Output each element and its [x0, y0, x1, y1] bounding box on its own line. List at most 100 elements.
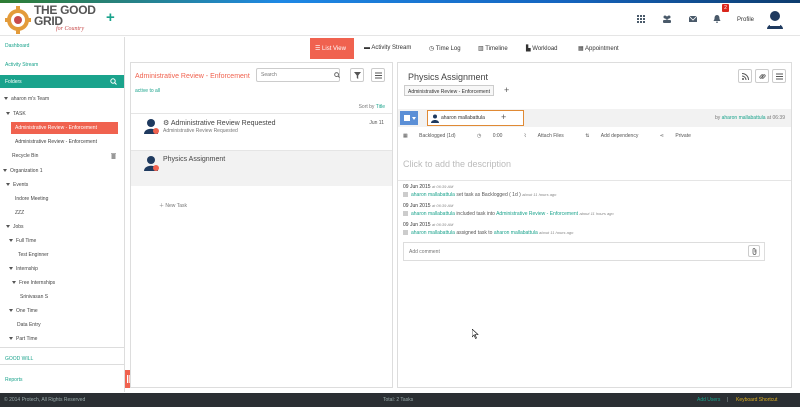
grid-icon[interactable] [636, 15, 646, 23]
detail-menu-button[interactable] [772, 69, 786, 83]
add-tag-plus-icon[interactable]: + [504, 85, 509, 95]
keyboard-shortcut-link[interactable]: Keyboard Shortcut [736, 397, 777, 403]
tab-workload[interactable]: ▙ Workload [526, 38, 558, 59]
sort-by[interactable]: Sort by Title [359, 104, 385, 110]
activity-time: at 06:39 AM [431, 184, 454, 189]
filter-chips: active to all [135, 88, 160, 94]
created-by-user[interactable]: aharon mallabattula [722, 115, 766, 121]
tree-recycle-bin[interactable]: Recycle Bin [12, 153, 38, 159]
add-plus-icon[interactable]: + [106, 9, 115, 26]
tree-full-time[interactable]: Full Time [9, 238, 36, 244]
brand-tagline: for Country [56, 26, 85, 32]
tab-time-log[interactable]: ◷ Time Log [429, 38, 461, 59]
assignee-box[interactable]: aharon mallabattula + [427, 110, 524, 126]
tree-admin-review[interactable]: Administrative Review - Enforcement [15, 139, 97, 145]
paperclip-icon: ⌇ [523, 133, 528, 139]
users-icon[interactable] [662, 15, 672, 23]
tab-list-view[interactable]: ☰ List View [310, 38, 354, 59]
tab-time-log-label: Time Log [435, 46, 461, 52]
search-icon[interactable] [110, 78, 117, 85]
activity-target[interactable]: Administrative Review - Enforcement [496, 211, 578, 217]
sort-value[interactable]: Title [376, 104, 385, 110]
tree-test-enginner[interactable]: Test Enginner [18, 252, 49, 258]
paperclip-icon [752, 248, 757, 255]
activity-user[interactable]: aharon mallabattula [411, 230, 455, 236]
tree-jobs-label: Jobs [13, 224, 24, 230]
tree-events[interactable]: Events [6, 182, 28, 188]
tab-appointment[interactable]: ▦ Appointment [578, 38, 619, 59]
rss-button[interactable] [738, 69, 752, 83]
description-placeholder[interactable]: Click to add the description [403, 159, 511, 169]
checkbox-icon[interactable] [404, 115, 410, 121]
filter-active-chip[interactable]: active [135, 88, 148, 94]
filter-all-chip[interactable]: to all [149, 88, 160, 94]
profile-label[interactable]: Profile [737, 17, 754, 23]
clock-icon: ◷ [429, 46, 436, 52]
tab-timeline[interactable]: ▥ Timeline [478, 38, 508, 59]
calendar-icon: ▦ [403, 133, 410, 139]
activity-user[interactable]: aharon mallabattula [411, 211, 455, 217]
private-toggle[interactable]: ⋖ Private [660, 133, 701, 139]
tree-data-entry[interactable]: Data Entry [17, 322, 41, 328]
list-search-input[interactable] [256, 68, 340, 82]
tree-task[interactable]: TASK [6, 111, 26, 117]
tree-internship[interactable]: Internship [9, 266, 38, 272]
tree-free-internships[interactable]: Free Internships [12, 280, 55, 286]
attach-files-button[interactable]: ⌇ Attach Files [524, 133, 574, 139]
status-dropdown[interactable] [400, 111, 418, 125]
list-title: Administrative Review - Enforcement [135, 73, 250, 80]
list-menu-button[interactable] [371, 68, 385, 82]
gear-logo-icon[interactable] [3, 6, 33, 34]
folder-tag[interactable]: Administrative Review - Enforcement [404, 85, 494, 96]
link-button[interactable] [755, 69, 769, 83]
mail-icon[interactable] [688, 15, 698, 23]
activity-user[interactable]: aharon mallabattula [411, 192, 455, 198]
activity-date: 09 Jun 2015 at 06:39 AM [403, 203, 453, 209]
tree-jobs[interactable]: Jobs [6, 224, 24, 230]
folders-header[interactable]: Folders [0, 75, 124, 88]
clock-icon: ◷ [476, 133, 483, 139]
tab-activity-stream[interactable]: ▬ Activity Stream [364, 38, 411, 59]
task-avatar-icon [144, 119, 159, 134]
detail-title[interactable]: Physics Assignment [408, 72, 488, 82]
activity-target[interactable]: aharon mallabattula [494, 230, 538, 236]
time-value: 0:00 [492, 133, 503, 139]
filter-button[interactable] [350, 68, 364, 82]
menu-icon [375, 72, 382, 79]
task-row[interactable]: ⚙ Administrative Review Requested Admini… [131, 113, 392, 149]
notification-badge: 2 [722, 4, 729, 12]
search-icon[interactable] [334, 72, 340, 78]
tree-srinivasan[interactable]: Srinivasan S [20, 294, 48, 300]
menu-icon [776, 73, 783, 80]
comment-attach-button[interactable] [748, 245, 760, 257]
add-users-link[interactable]: Add Users [697, 397, 720, 403]
comment-input[interactable] [403, 242, 765, 261]
tab-timeline-label: Timeline [485, 46, 508, 52]
caret-down-icon [4, 97, 8, 101]
new-task-button[interactable]: ＋ New Task [159, 202, 187, 209]
sidebar-good-will-link[interactable]: GOOD WILL [5, 356, 33, 362]
tree-organization[interactable]: Organization 1 [3, 168, 43, 174]
activity-date: 09 Jun 2015 at 06:39 AM [403, 222, 453, 228]
tree-indore-meeting[interactable]: Indore Meeting [15, 196, 48, 202]
sidebar-reports-link[interactable]: Reports [5, 377, 23, 383]
activity-text: set task as Backlogged ( 1d ) [456, 192, 521, 198]
tree-team[interactable]: aharon m's Team [4, 96, 49, 102]
task-date: Jun 11 [369, 120, 384, 126]
backlogged-status[interactable]: ▦ Backlogged (1d) [403, 133, 466, 139]
bell-icon[interactable] [712, 15, 722, 23]
task-row-selected[interactable]: Physics Assignment [131, 150, 392, 186]
add-dependency-button[interactable]: ⇅ Add dependency [585, 133, 648, 139]
profile-avatar[interactable] [766, 10, 784, 30]
sidebar-activity-stream-link[interactable]: Activity Stream [5, 62, 38, 68]
activity-item: aharon mallabattula set task as Backlogg… [403, 192, 556, 198]
tree-part-time[interactable]: Part Time [9, 336, 37, 342]
sidebar-dashboard-link[interactable]: Dashboard [5, 43, 29, 49]
add-assignee-plus-icon[interactable]: + [501, 112, 506, 122]
created-at: at 06:39 [766, 115, 785, 121]
tree-one-time[interactable]: One Time [9, 308, 38, 314]
tree-admin-review-selected[interactable]: Administrative Review - Enforcement [11, 122, 118, 134]
time-tracker[interactable]: ◷ 0:00 [477, 133, 513, 139]
tree-zzz[interactable]: ZZZ [15, 210, 24, 216]
trash-icon[interactable] [111, 153, 116, 159]
